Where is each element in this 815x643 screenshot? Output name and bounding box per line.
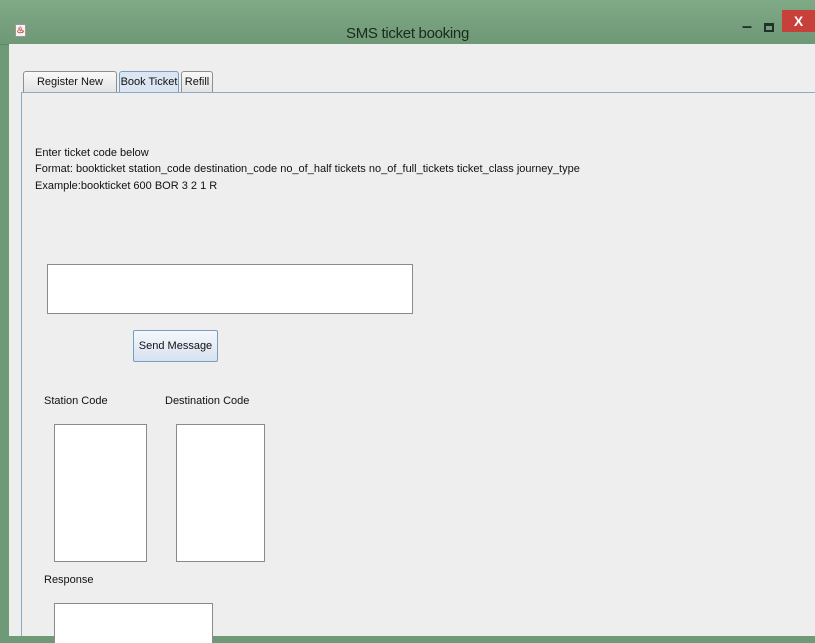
maximize-button[interactable] xyxy=(758,18,780,40)
destination-code-label: Destination Code xyxy=(165,395,250,407)
instruction-text: Enter ticket code below xyxy=(35,147,149,159)
tab-register-new-user[interactable]: Register New User xyxy=(23,71,117,108)
minimize-button[interactable]: – xyxy=(736,17,758,40)
maximize-icon xyxy=(764,23,774,32)
tab-refill[interactable]: Refill xyxy=(181,71,213,92)
response-area[interactable] xyxy=(54,603,213,643)
tab-book-ticket[interactable]: Book Ticket xyxy=(119,71,179,93)
window-content: Register New User Book Ticket Refill Ent… xyxy=(9,44,815,643)
example-text: Example:bookticket 600 BOR 3 2 1 R xyxy=(35,180,218,192)
title-bar: ♨ SMS ticket booking – X xyxy=(0,0,815,45)
close-button[interactable]: X xyxy=(782,10,815,32)
response-label: Response xyxy=(44,574,94,586)
send-message-button[interactable]: Send Message xyxy=(133,330,218,362)
format-text: Format: bookticket station_code destinat… xyxy=(35,163,580,175)
station-code-list[interactable] xyxy=(54,424,147,562)
station-code-label: Station Code xyxy=(44,395,108,407)
ticket-code-input[interactable] xyxy=(47,264,413,314)
book-ticket-panel: Enter ticket code below Format: booktick… xyxy=(21,92,815,643)
window-title: SMS ticket booking xyxy=(346,25,469,42)
destination-code-list[interactable] xyxy=(176,424,265,562)
